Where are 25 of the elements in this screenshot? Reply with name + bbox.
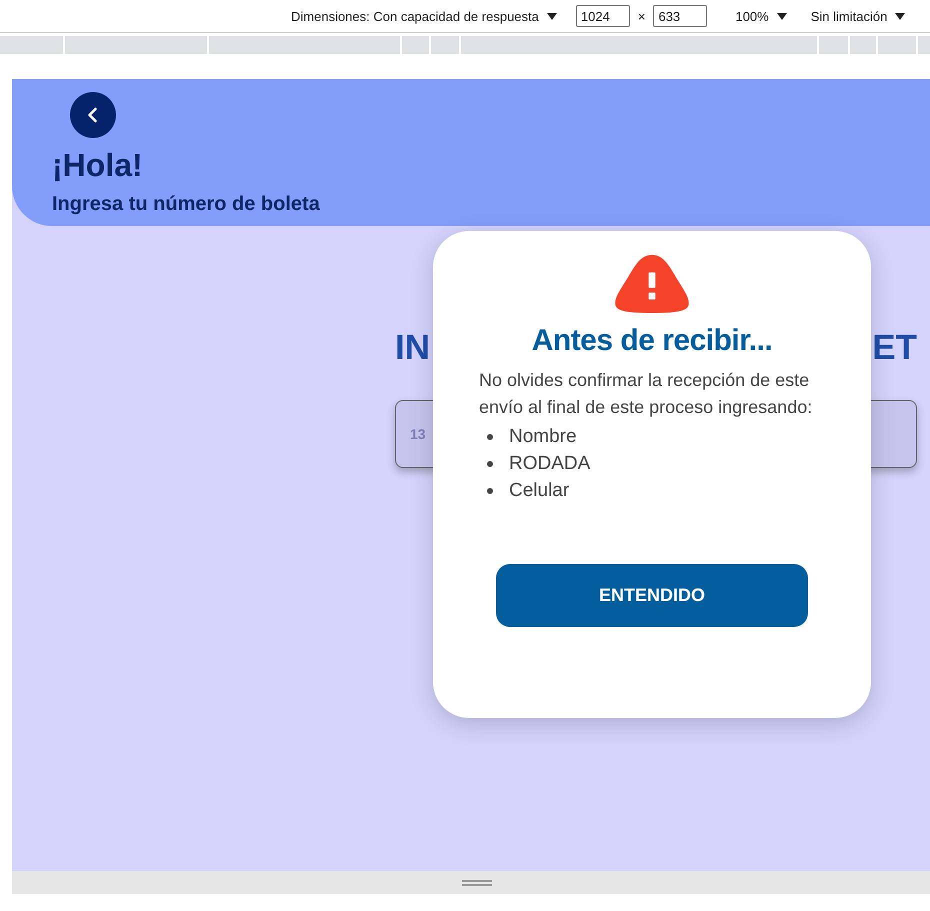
bullet-icon xyxy=(487,488,493,494)
understood-button[interactable]: ENTENDIDO xyxy=(496,564,808,627)
page-heading: IN xyxy=(395,327,430,369)
resize-handle-icon[interactable] xyxy=(462,880,492,886)
bullet-icon xyxy=(487,460,493,466)
list-item: RODADA xyxy=(509,452,590,476)
list-item: Nombre xyxy=(509,425,577,449)
caret-icon xyxy=(776,12,787,20)
warning-icon xyxy=(613,253,691,313)
caret-icon xyxy=(895,12,906,20)
modal-title: Antes de recibir... xyxy=(532,323,772,359)
modal-message: No olvides confirmar la recepción de este envío al final de este proceso ingresando: xyxy=(479,369,814,419)
width-field[interactable]: 1024 xyxy=(576,5,630,27)
throttling-dropdown[interactable]: Sin limitación xyxy=(810,8,888,24)
back-button[interactable] xyxy=(70,92,116,138)
zoom-dropdown[interactable]: 100% xyxy=(735,8,769,24)
times-sign: × xyxy=(638,8,646,24)
page-heading: ET xyxy=(872,327,917,369)
list-item: Celular xyxy=(509,479,570,503)
greeting-title: ¡Hola! xyxy=(52,146,144,184)
subtitle: Ingresa tu número de boleta xyxy=(52,192,321,216)
dimensions-dropdown[interactable]: Dimensiones: Con capacidad de respuesta xyxy=(291,8,539,24)
bullet-icon xyxy=(487,434,493,440)
height-field[interactable]: 633 xyxy=(653,5,708,27)
caret-icon xyxy=(546,12,557,20)
